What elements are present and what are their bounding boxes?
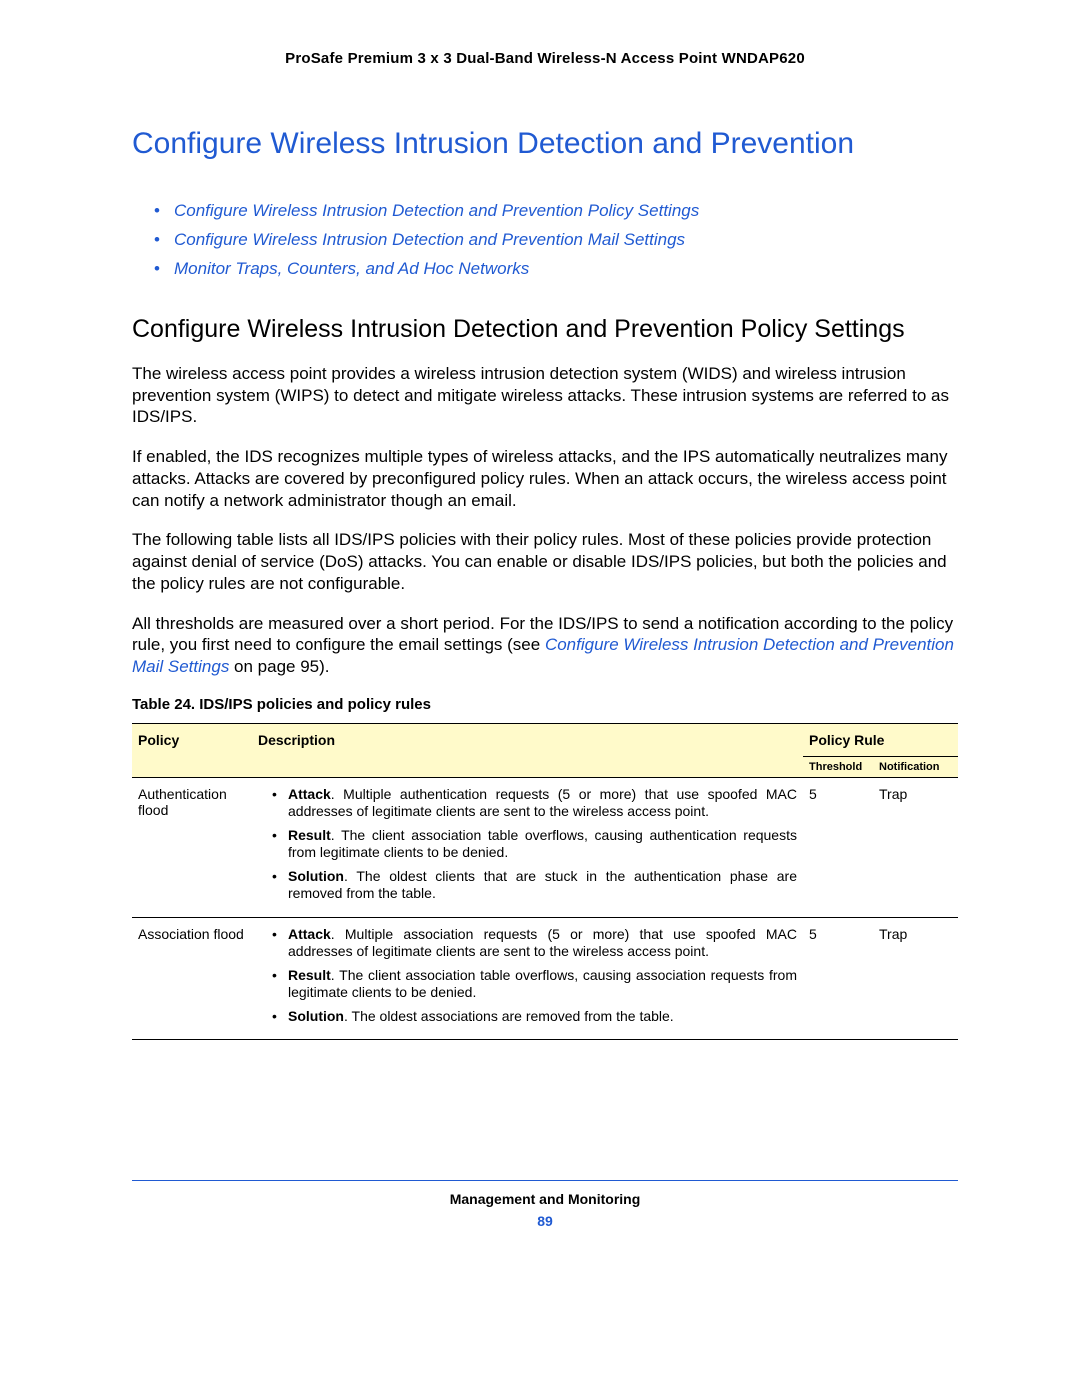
body-paragraph: The following table lists all IDS/IPS po… [132, 529, 958, 594]
page: ProSafe Premium 3 x 3 Dual-Band Wireless… [0, 0, 1080, 1269]
section-title: Configure Wireless Intrusion Detection a… [132, 314, 958, 345]
th-description: Description [252, 723, 803, 777]
body-paragraph: All thresholds are measured over a short… [132, 613, 958, 678]
toc-link-list: Configure Wireless Intrusion Detection a… [132, 197, 958, 284]
body-paragraph: The wireless access point provides a wir… [132, 363, 958, 428]
cell-policy: Authentication flood [132, 777, 252, 917]
page-footer: Management and Monitoring 89 [132, 1180, 958, 1229]
cell-notification: Trap [873, 917, 958, 1040]
doc-header: ProSafe Premium 3 x 3 Dual-Band Wireless… [132, 50, 958, 67]
table-caption: Table 24. IDS/IPS policies and policy ru… [132, 696, 958, 713]
cell-threshold: 5 [803, 777, 873, 917]
desc-item: Attack. Multiple authentication requests… [272, 786, 797, 821]
footer-page-number: 89 [132, 1213, 958, 1229]
cell-notification: Trap [873, 777, 958, 917]
policy-table: Policy Description Policy Rule Threshold… [132, 723, 958, 1041]
page-title: Configure Wireless Intrusion Detection a… [132, 127, 958, 161]
cell-description: Attack. Multiple authentication requests… [252, 777, 803, 917]
toc-link[interactable]: Configure Wireless Intrusion Detection a… [154, 197, 958, 226]
footer-section: Management and Monitoring [132, 1191, 958, 1207]
toc-link[interactable]: Monitor Traps, Counters, and Ad Hoc Netw… [154, 255, 958, 284]
cell-policy: Association flood [132, 917, 252, 1040]
desc-item: Solution. The oldest associations are re… [272, 1008, 797, 1026]
table-row: Association flood Attack. Multiple associ… [132, 917, 958, 1040]
th-policy-rule: Policy Rule [803, 723, 958, 756]
body-text: on page 95). [229, 657, 329, 676]
toc-link[interactable]: Configure Wireless Intrusion Detection a… [154, 226, 958, 255]
desc-item: Result. The client association table ove… [272, 827, 797, 862]
desc-item: Result. The client association table ove… [272, 967, 797, 1002]
th-policy: Policy [132, 723, 252, 777]
table-row: Authentication flood Attack. Multiple aut… [132, 777, 958, 917]
body-paragraph: If enabled, the IDS recognizes multiple … [132, 446, 958, 511]
th-notification: Notification [873, 756, 958, 777]
cell-threshold: 5 [803, 917, 873, 1040]
desc-item: Solution. The oldest clients that are st… [272, 868, 797, 903]
cell-description: Attack. Multiple association requests (5… [252, 917, 803, 1040]
footer-rule [132, 1180, 958, 1181]
desc-item: Attack. Multiple association requests (5… [272, 926, 797, 961]
th-threshold: Threshold [803, 756, 873, 777]
